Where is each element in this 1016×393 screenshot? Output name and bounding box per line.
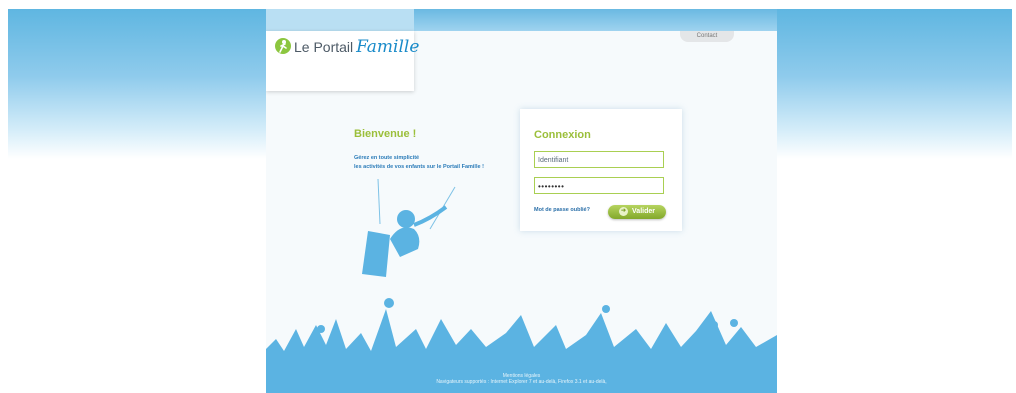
page-container: Contact Le Portail Famille Bienvenue ! Gé…	[266, 9, 777, 393]
logo-prefix: Le Portail	[294, 39, 354, 55]
login-title: Connexion	[534, 129, 591, 141]
submit-label: Valider	[632, 208, 655, 215]
submit-button[interactable]: ➜ Valider	[608, 205, 666, 219]
contact-link[interactable]: Contact	[680, 31, 734, 42]
logo-tab-top	[266, 9, 414, 31]
logo-text: Le Portail Famille	[294, 37, 419, 57]
forgot-password-link[interactable]: Mot de passe oublié?	[534, 207, 590, 213]
password-input[interactable]: ••••••••	[534, 177, 664, 194]
welcome-title: Bienvenue !	[354, 128, 417, 140]
arrow-right-icon: ➜	[619, 206, 629, 216]
welcome-line-2: les activités de vos enfants sur le Port…	[354, 164, 484, 170]
welcome-text: Gérez en toute simplicité les activités …	[354, 154, 519, 172]
girl-on-swing-illustration	[362, 179, 456, 277]
portail-famille-logo-icon	[275, 38, 291, 54]
footer: Mentions légales Navigateurs supportés :…	[266, 373, 777, 385]
supported-browsers-text: Navigateurs supportés : Internet Explore…	[436, 379, 607, 385]
login-panel: Connexion Identifiant •••••••• Mot de pa…	[520, 109, 682, 231]
username-input[interactable]: Identifiant	[534, 151, 664, 168]
welcome-line-1: Gérez en toute simplicité	[354, 155, 420, 161]
logo-suffix: Famille	[356, 37, 420, 57]
